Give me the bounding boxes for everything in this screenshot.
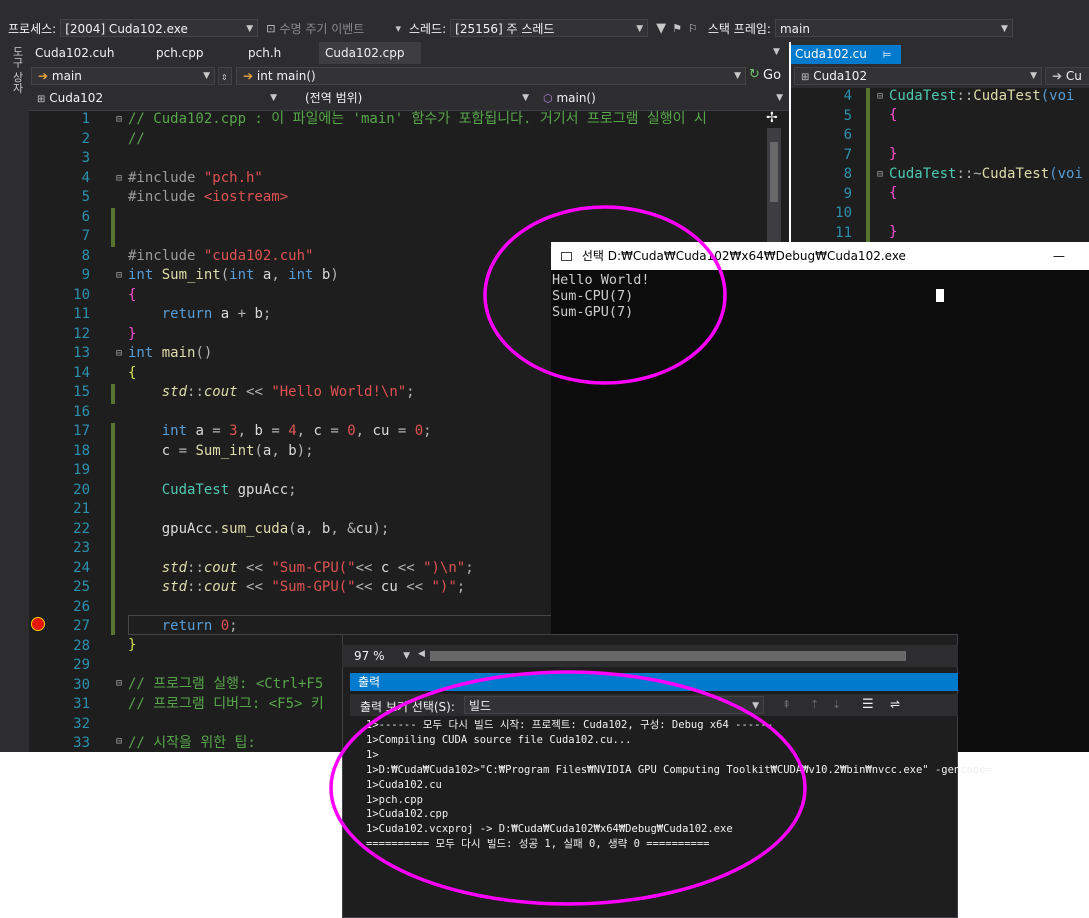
annotation-ellipse-output — [329, 670, 807, 906]
annotation-overlay — [329, 205, 807, 906]
annotation-ellipse-console — [483, 205, 727, 385]
